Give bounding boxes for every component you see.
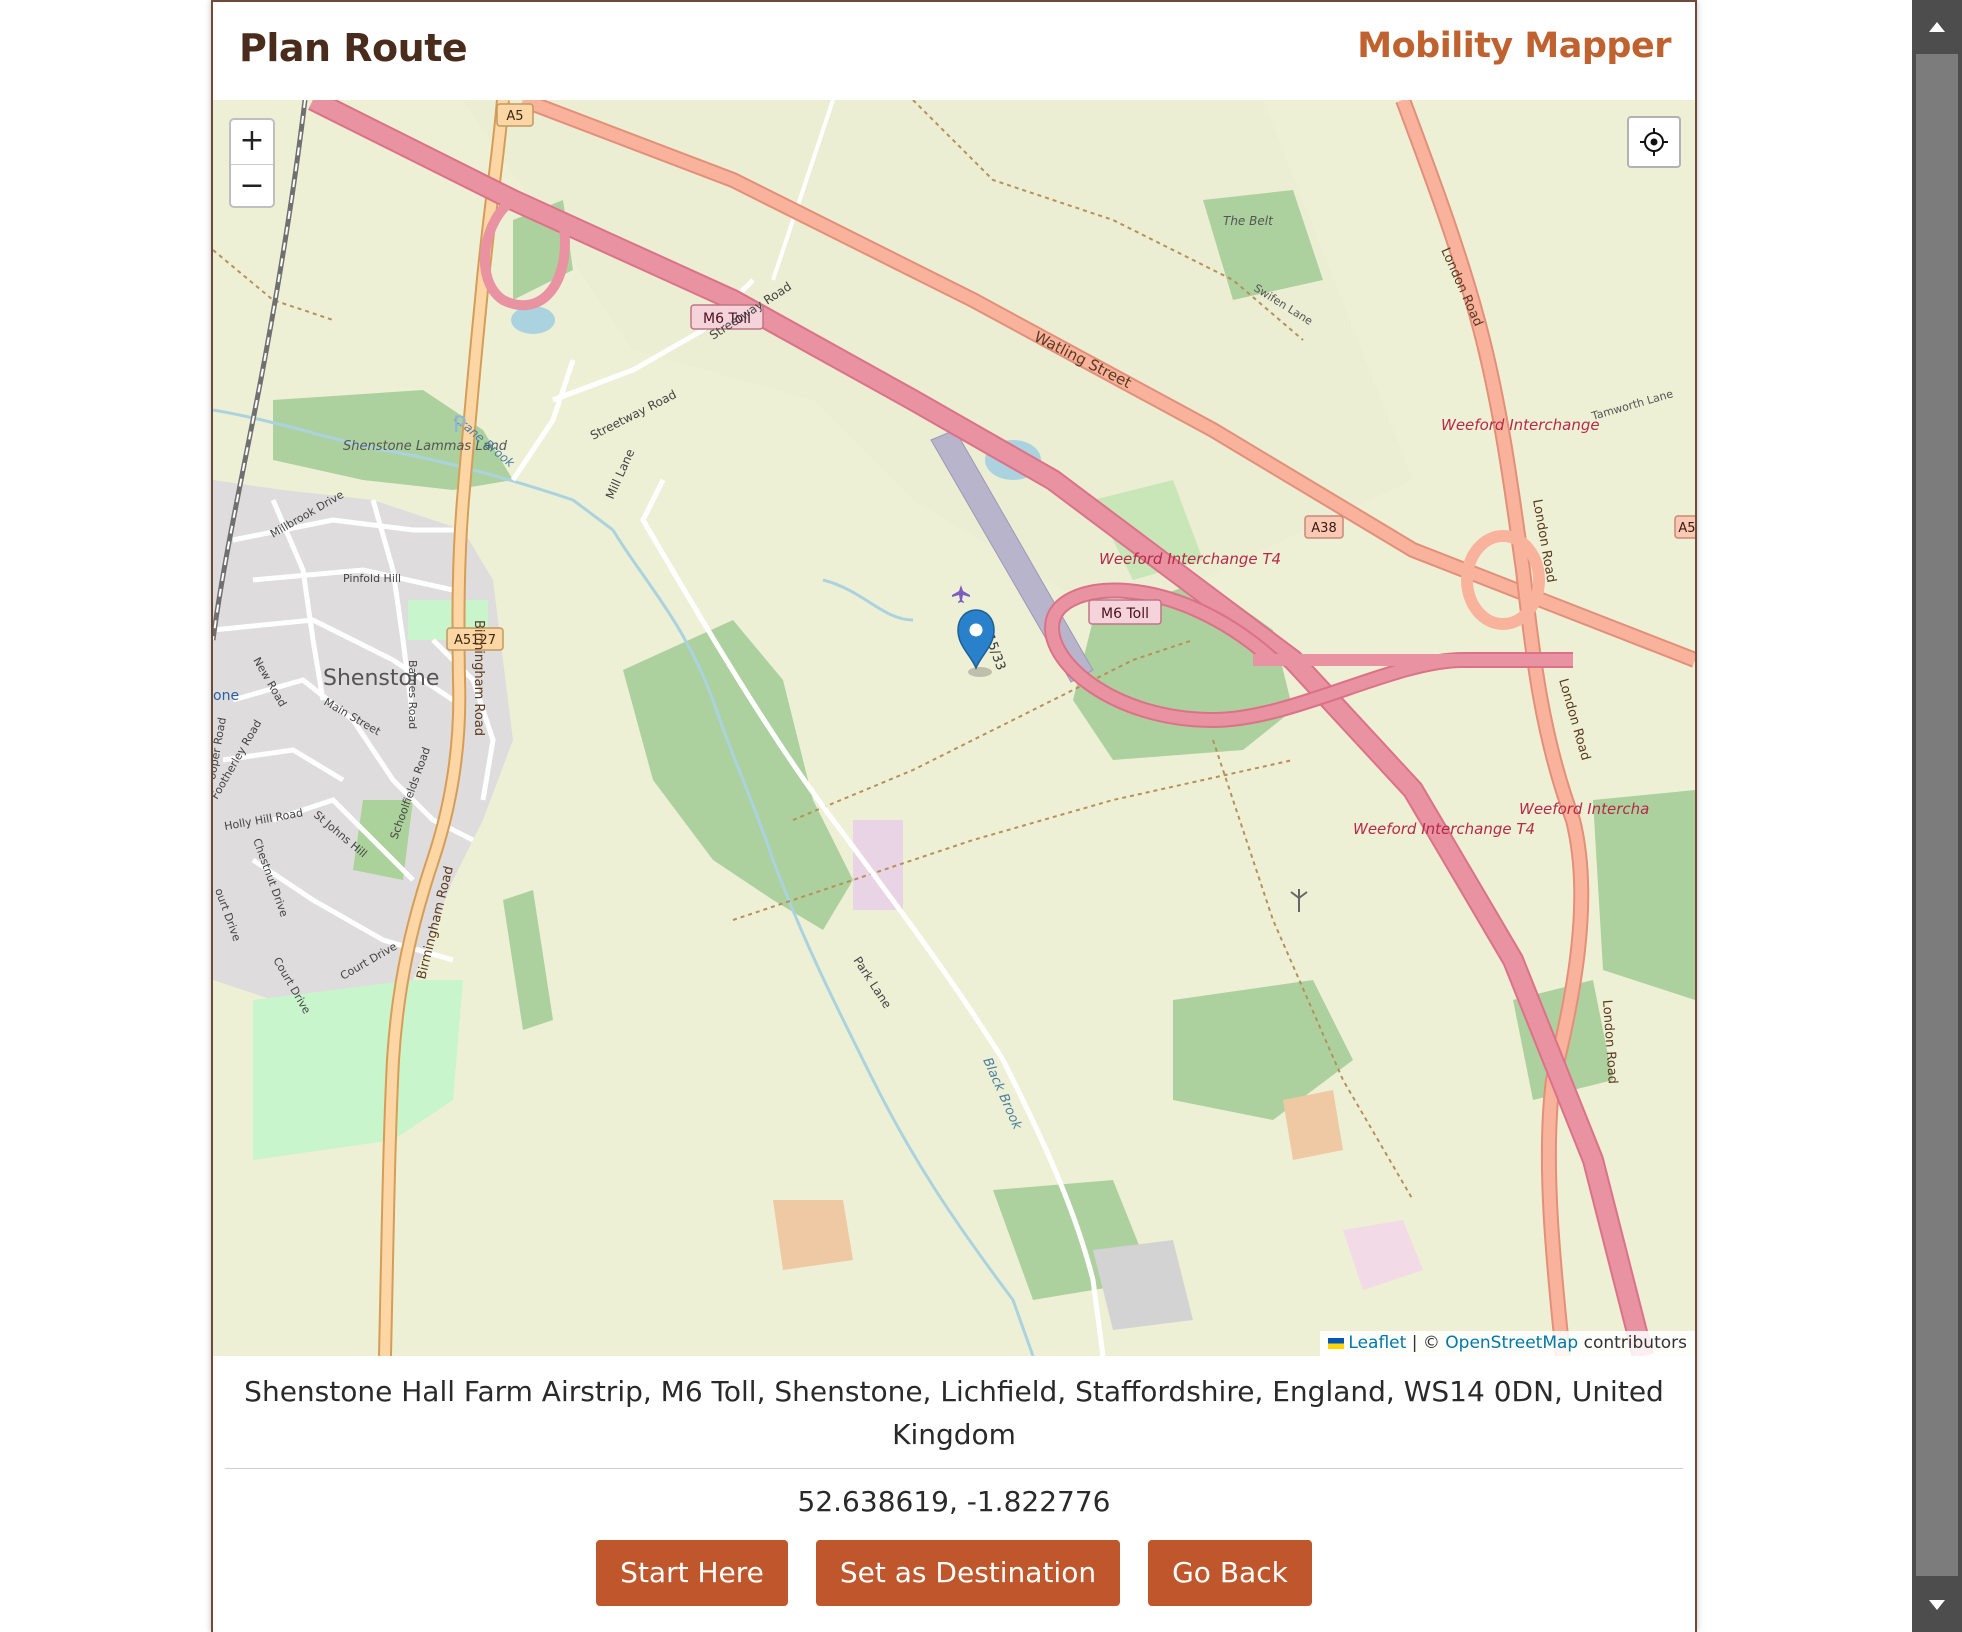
map-tiles[interactable]: M6 Toll M6 Toll A5 A5127 A38 A5 Watling … [213,100,1695,1356]
openstreetmap-link[interactable]: OpenStreetMap [1445,1333,1578,1353]
label-the-belt: The Belt [1223,214,1274,228]
svg-text:A5: A5 [1678,521,1695,536]
scroll-up-arrow-icon[interactable] [1912,0,1962,54]
action-buttons: Start Here Set as Destination Go Back [213,1540,1695,1606]
pond-north [511,306,555,334]
ukraine-flag-icon [1328,1337,1345,1349]
brand-link[interactable]: Mobility Mapper [1357,26,1671,66]
locate-button[interactable] [1627,116,1681,168]
map-view[interactable]: M6 Toll M6 Toll A5 A5127 A38 A5 Watling … [213,100,1695,1356]
label-barnes-road: Barnes Road [406,660,419,729]
label-weeford-interchange: Weeford Interchange [1441,416,1600,434]
parking-icon: P [453,413,466,438]
scrollbar-thumb[interactable] [1916,54,1958,1576]
zoom-in-button[interactable]: + [231,120,273,165]
location-info: Shenstone Hall Farm Airstrip, M6 Toll, S… [213,1356,1695,1606]
divider [225,1468,1683,1469]
scroll-down-arrow-icon[interactable] [1912,1578,1962,1632]
scrollbar[interactable] [1912,0,1962,1632]
label-pinfold-hill: Pinfold Hill [343,572,401,585]
m6-toll-shield-2: M6 Toll [1101,606,1149,622]
leaflet-link[interactable]: Leaflet [1348,1333,1406,1353]
label-one: one [213,688,239,704]
wood-far-east [1593,790,1695,1000]
crosshair-icon [1640,128,1668,156]
label-weeford-t4-1: Weeford Interchange T4 [1099,550,1281,568]
page-title: Plan Route [239,26,468,70]
label-weeford-cut: Weeford Intercha [1519,800,1649,818]
header: Plan Route Mobility Mapper [213,2,1695,100]
road-shield-a38: A38 [1304,515,1344,539]
zoom-out-button[interactable]: − [231,165,273,209]
attribution-contributors: contributors [1583,1333,1687,1353]
farmyard-east [1283,1090,1343,1160]
map-attribution: Leaflet | © OpenStreetMap contributors [1320,1331,1695,1356]
svg-text:A38: A38 [1311,521,1336,536]
road-shield-a5-right: A5 [1674,515,1695,539]
label-weeford-t4-2: Weeford Interchange T4 [1353,820,1535,838]
zoom-control: + − [229,118,275,208]
app-panel: Plan Route Mobility Mapper M6 Toll M6 To… [211,0,1697,1632]
location-address: Shenstone Hall Farm Airstrip, M6 Toll, S… [244,1375,1664,1451]
farmyard-area [773,1200,853,1270]
label-birmingham-road-1: Birmingham Road [471,620,486,736]
start-here-button[interactable]: Start Here [596,1540,788,1606]
label-shenstone: Shenstone [323,666,439,691]
road-shield-a5: A5 [496,103,534,127]
location-coordinates: 52.638619, -1.822776 [797,1485,1111,1518]
svg-text:A5: A5 [506,109,523,124]
attribution-separator: | © [1411,1333,1440,1353]
set-destination-button[interactable]: Set as Destination [815,1540,1121,1606]
road-shield-m6-2: M6 Toll [1088,599,1162,625]
go-back-button[interactable]: Go Back [1148,1540,1312,1606]
